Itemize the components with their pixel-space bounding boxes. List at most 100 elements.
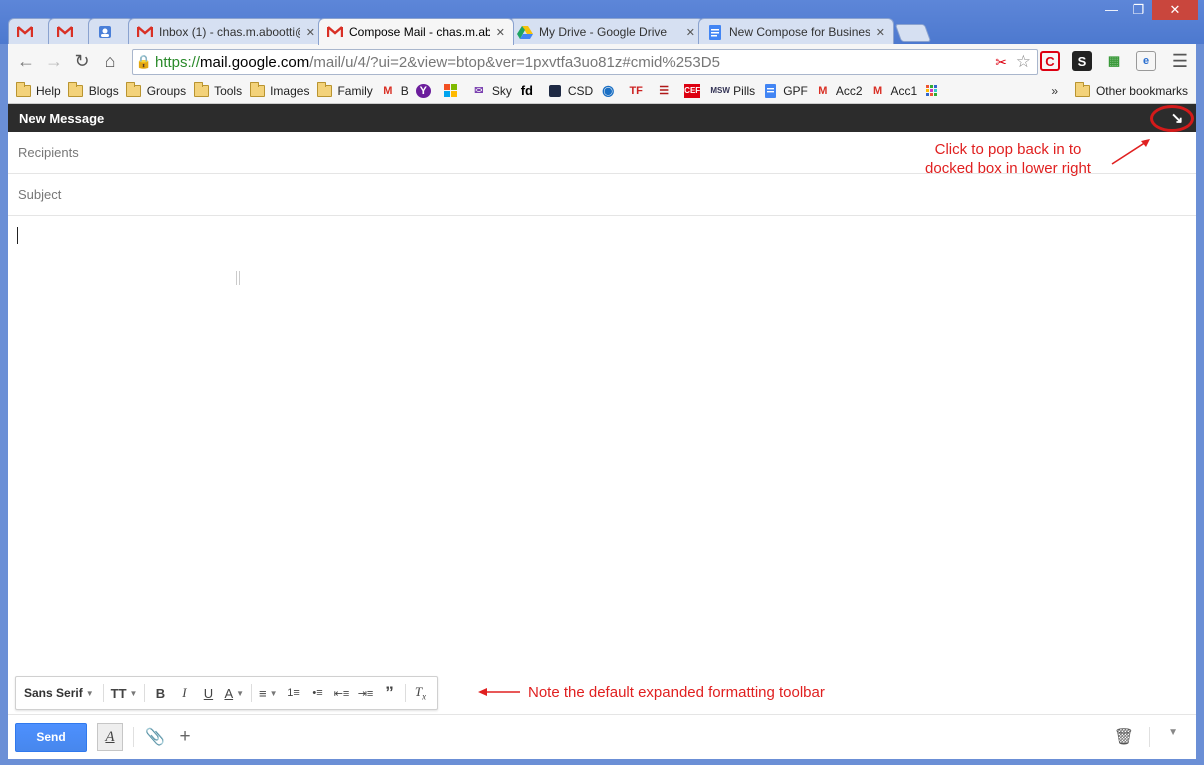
indent-more-icon[interactable]: ⇥≡: [354, 680, 378, 706]
chrome-menu-icon[interactable]: ☰: [1172, 51, 1188, 72]
bookmark-csd[interactable]: CSD: [547, 84, 593, 98]
insert-more-icon[interactable]: +: [174, 726, 196, 748]
subject-placeholder: Subject: [18, 187, 62, 202]
remove-formatting-icon[interactable]: Tx: [409, 680, 433, 706]
bulleted-list-icon[interactable]: •≡: [306, 680, 330, 706]
attach-file-icon[interactable]: 📎: [144, 726, 166, 748]
bookmark-gpf[interactable]: GPF: [762, 83, 808, 98]
close-icon[interactable]: ✕: [686, 26, 695, 39]
bookmark-tools[interactable]: Tools: [193, 81, 242, 98]
new-tab-button[interactable]: [894, 24, 932, 42]
browser-window: — ❐ ✕ Inbox (1) - chas.m.abootti@ ✕ Comp…: [0, 0, 1204, 765]
maximize-button[interactable]: ❐: [1125, 0, 1152, 20]
font-family-select[interactable]: Sans Serif ▼: [20, 680, 100, 706]
bookmark-grid[interactable]: [924, 84, 945, 98]
windows-icon: [443, 83, 459, 98]
bookmark-star-icon[interactable]: ☆: [1016, 52, 1031, 72]
text-cursor: [17, 227, 18, 244]
wave-icon: ☰: [659, 85, 670, 97]
bookmark-acc2[interactable]: M Acc2: [815, 84, 862, 98]
url-host: mail.google.com: [200, 53, 310, 71]
italic-icon[interactable]: I: [172, 680, 196, 706]
trash-icon[interactable]: 🗑: [1114, 727, 1134, 747]
bookmark-help[interactable]: Help: [15, 81, 61, 98]
extension-puzzle-icon[interactable]: ▦: [1104, 51, 1124, 71]
more-options-chevron-icon[interactable]: ▼: [1168, 727, 1178, 738]
send-button[interactable]: Send: [15, 722, 87, 752]
tab-inbox[interactable]: Inbox (1) - chas.m.abootti@ ✕: [128, 18, 324, 45]
bookmark-blogs[interactable]: Blogs: [68, 81, 119, 98]
csd-icon: [547, 84, 563, 98]
gmail-icon: [137, 24, 153, 40]
bookmark-fd[interactable]: fd: [519, 83, 540, 98]
bookmarks-overflow-button[interactable]: »: [1051, 84, 1058, 98]
docs-icon: [762, 83, 778, 98]
popin-annotation-line2: docked box in lower right: [925, 160, 1091, 177]
gmail-icon: M: [872, 84, 883, 97]
divider: [144, 684, 146, 702]
align-icon[interactable]: ≡ ▼: [255, 680, 282, 706]
bookmark-sky[interactable]: ✉ Sky: [471, 84, 512, 98]
close-icon[interactable]: ✕: [496, 26, 505, 39]
gmail-icon: [327, 24, 343, 40]
address-bar[interactable]: 🔒 https://mail.google.com/mail/u/4/?ui=2…: [132, 49, 1038, 75]
bookmark-globe[interactable]: ◉: [600, 82, 621, 98]
message-body[interactable]: [8, 217, 1196, 677]
numbered-list-icon[interactable]: 1≡: [282, 680, 306, 706]
home-icon[interactable]: ⌂: [96, 47, 124, 75]
bookmark-groups[interactable]: Groups: [126, 81, 186, 98]
mail-icon: ✉: [474, 85, 484, 97]
bookmark-windows[interactable]: [443, 83, 464, 98]
reload-icon[interactable]: ↻: [68, 47, 96, 75]
bookmark-cef[interactable]: CEF: [684, 83, 705, 98]
compose-bottom-bar: Send A 📎 + 🗑 ▼: [8, 714, 1196, 759]
popin-annotation: Click to pop back in to docked box in lo…: [908, 140, 1108, 178]
lock-icon: 🔒: [135, 54, 153, 69]
font-size-icon[interactable]: TT ▼: [107, 680, 142, 706]
bookmark-wave[interactable]: ☰: [656, 84, 677, 98]
bookmark-yahoo[interactable]: Y: [415, 83, 436, 98]
cef-icon: CEF: [684, 83, 701, 98]
bookmark-acc1[interactable]: M Acc1: [870, 84, 917, 98]
formatting-options-toggle[interactable]: A: [97, 723, 123, 751]
divider: [133, 727, 134, 747]
annotation-arrow: [478, 683, 528, 702]
tab-google-drive[interactable]: My Drive - Google Drive ✕: [508, 18, 704, 45]
other-bookmarks[interactable]: Other bookmarks: [1075, 81, 1188, 98]
extension-s-icon[interactable]: S: [1072, 51, 1092, 71]
quote-icon[interactable]: ”: [378, 680, 402, 706]
close-icon[interactable]: ✕: [306, 26, 315, 39]
bookmark-b[interactable]: MB: [380, 84, 409, 98]
tab-label: Inbox (1) - chas.m.abootti@: [159, 25, 300, 39]
extension-c-icon[interactable]: C: [1040, 51, 1060, 71]
toolbar-annotation: Note the default expanded formatting too…: [478, 683, 825, 702]
tab-new-compose[interactable]: New Compose for Business ✕: [698, 18, 894, 45]
bookmark-images[interactable]: Images: [249, 81, 309, 98]
divider: [1149, 727, 1150, 747]
annotation-arrow: [1111, 139, 1150, 165]
indent-less-icon[interactable]: ⇤≡: [330, 680, 354, 706]
bookmark-family[interactable]: Family: [316, 81, 373, 98]
window-controls: — ❐ ✕: [1098, 0, 1198, 22]
close-icon[interactable]: ✕: [876, 26, 885, 39]
tab-compose-mail[interactable]: Compose Mail - chas.m.ab ✕: [318, 18, 514, 45]
pop-in-arrow-icon[interactable]: ↘: [1166, 108, 1188, 128]
bookmark-tf[interactable]: TF: [628, 84, 649, 98]
gmail-icon: [17, 24, 33, 40]
bookmarks-bar: Help Blogs Groups Tools Images Family MB…: [8, 78, 1196, 104]
bookmark-pills[interactable]: MSW Pills: [710, 84, 755, 98]
scissors-icon[interactable]: ✂: [995, 54, 1007, 71]
folder-icon: [249, 81, 265, 98]
url-scheme: https://: [155, 53, 201, 71]
close-window-button[interactable]: ✕: [1152, 0, 1198, 20]
subject-field[interactable]: Subject: [8, 174, 1196, 216]
back-icon[interactable]: ←: [12, 47, 40, 75]
minimize-button[interactable]: —: [1098, 0, 1125, 20]
underline-icon[interactable]: U: [196, 680, 220, 706]
contacts-icon: [97, 24, 113, 40]
extension-ie-icon[interactable]: e: [1136, 51, 1156, 71]
forward-icon[interactable]: →: [40, 47, 68, 75]
divider: [251, 684, 253, 702]
bold-icon[interactable]: B: [148, 680, 172, 706]
text-color-icon[interactable]: A ▼: [220, 680, 248, 706]
